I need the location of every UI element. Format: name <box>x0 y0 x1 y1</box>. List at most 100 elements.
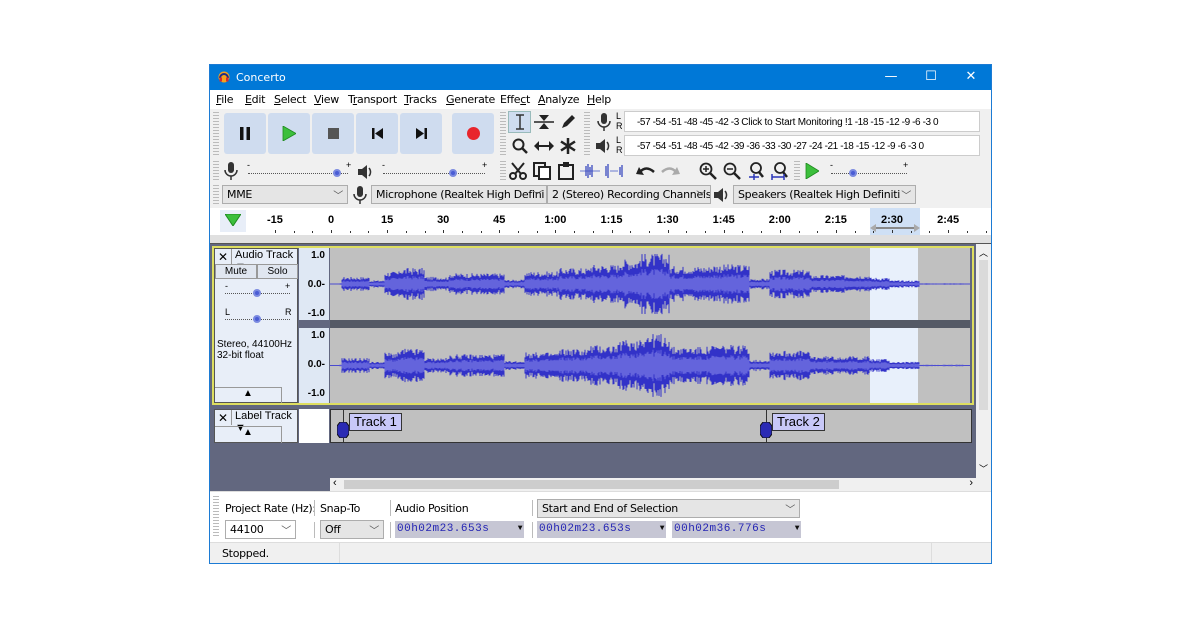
scroll-right-icon[interactable]: › <box>969 477 973 489</box>
fit-project-button[interactable] <box>768 160 791 182</box>
ruler-tick-label: 2:15 <box>824 214 847 226</box>
horizontal-scroll-thumb[interactable] <box>344 480 839 489</box>
copy-button[interactable] <box>530 160 553 182</box>
menu-help[interactable]: Help <box>587 93 611 106</box>
playback-meter[interactable]: -57 -54 -51 -48 -45 -42 -39 -36 -33 -30 … <box>624 135 980 156</box>
time-shift-tool[interactable] <box>532 135 555 157</box>
project-rate-select[interactable]: 44100 ﹀ <box>225 520 296 539</box>
record-meter[interactable]: -57 -54 -51 -48 -45 -42 -3 Click to Star… <box>624 111 980 132</box>
menu-select[interactable]: Select <box>274 93 306 106</box>
zoom-in-button[interactable] <box>696 160 719 182</box>
envelope-tool[interactable] <box>532 111 555 133</box>
audio-host-select[interactable]: MME ﹀ <box>222 185 348 204</box>
vertical-scale-left[interactable]: 1.0 0.0- -1.0 <box>299 248 329 320</box>
zoom-out-button[interactable] <box>720 160 743 182</box>
vertical-scrollbar[interactable]: ︿ ﹀ <box>976 244 991 478</box>
ruler-tick <box>536 231 538 233</box>
playback-volume-thumb[interactable] <box>449 169 458 177</box>
label-track-menu-button[interactable]: Label Track ▼ <box>231 410 298 434</box>
mute-button[interactable]: Mute <box>215 264 257 279</box>
speaker-icon <box>595 139 609 153</box>
cut-button[interactable] <box>506 160 529 182</box>
record-meter-button[interactable] <box>592 111 615 133</box>
horizontal-scrollbar[interactable]: ‹ › <box>330 477 976 491</box>
label-1-handle-icon[interactable] <box>337 422 349 438</box>
play-head-button[interactable] <box>220 210 246 232</box>
menu-view[interactable]: View <box>314 93 339 106</box>
menu-generate[interactable]: Generate <box>446 93 495 106</box>
play-at-speed-slider[interactable] <box>831 173 907 174</box>
paste-button[interactable] <box>554 160 577 182</box>
minimize-button[interactable]: — <box>871 65 911 90</box>
vertical-scroll-thumb[interactable] <box>979 260 988 410</box>
timeline-ruler[interactable]: -15 0 15 30 45 1:00 1:15 1:30 1:45 2:00 2:15 2:30 2:… <box>210 208 991 235</box>
menu-tracks[interactable]: Tracks <box>404 93 437 106</box>
label-2-handle-icon[interactable] <box>760 422 772 438</box>
label-track-area[interactable]: Track 1 Track 2 <box>330 409 972 443</box>
record-volume-thumb[interactable] <box>333 169 341 177</box>
play-at-speed-button[interactable] <box>800 160 823 182</box>
close-track-icon[interactable]: ✕ <box>218 250 228 264</box>
ruler-tick <box>929 231 931 233</box>
maximize-button[interactable]: ☐ <box>911 65 951 90</box>
pan-slider-thumb[interactable] <box>252 315 261 323</box>
label-track-1[interactable]: Track 1 <box>349 413 402 431</box>
zoom-out-icon <box>723 162 741 180</box>
app-window: Concerto — ☐ ✕ File Edit Select View Transpo… <box>209 64 992 564</box>
play-button[interactable] <box>268 113 310 154</box>
collapse-track-button[interactable]: ▲ <box>215 426 282 443</box>
scroll-up-icon[interactable]: ︿ <box>979 246 988 259</box>
label-track-2[interactable]: Track 2 <box>772 413 825 431</box>
stop-button[interactable] <box>312 113 354 154</box>
solo-button[interactable]: Solo <box>257 264 298 279</box>
record-button[interactable] <box>452 113 494 154</box>
redo-button[interactable] <box>658 160 681 182</box>
device-grip[interactable] <box>213 185 219 205</box>
menu-file[interactable]: File <box>216 93 234 106</box>
selection-toolbar-grip[interactable] <box>213 496 219 538</box>
skip-to-start-button[interactable] <box>356 113 398 154</box>
skip-to-end-button[interactable] <box>400 113 442 154</box>
scroll-left-icon[interactable]: ‹ <box>333 477 337 489</box>
scroll-down-icon[interactable]: ﹀ <box>979 462 988 475</box>
tools-grip[interactable] <box>500 112 506 157</box>
selection-end-field[interactable]: 00h02m36.776s ▼ <box>672 521 801 538</box>
track-menu-button[interactable]: Audio Track ▼ <box>231 249 298 273</box>
waveform-channel-right[interactable] <box>330 328 970 403</box>
meter-grip[interactable] <box>584 112 590 157</box>
recording-channels-select[interactable]: 2 (Stereo) Recording Channels ﹀ <box>547 185 711 204</box>
menu-analyze[interactable]: Analyze <box>538 93 580 106</box>
vertical-scale-right[interactable]: 1.0 0.0- -1.0 <box>299 328 329 403</box>
zoom-tool[interactable] <box>508 135 531 157</box>
audio-position-field[interactable]: 00h02m23.653s ▼ <box>395 521 524 538</box>
fit-selection-button[interactable] <box>744 160 767 182</box>
trim-audio-button[interactable] <box>578 160 601 182</box>
mixer-grip[interactable] <box>213 161 219 181</box>
pause-icon <box>240 127 250 140</box>
pause-button[interactable] <box>224 113 266 154</box>
multi-tool[interactable] <box>556 135 579 157</box>
close-track-icon[interactable]: ✕ <box>218 411 228 425</box>
gain-slider-thumb[interactable] <box>252 289 261 297</box>
selection-tool[interactable] <box>508 111 531 133</box>
menu-effect[interactable]: Effect <box>500 93 530 106</box>
playback-meter-button[interactable] <box>592 135 615 157</box>
playback-volume-slider[interactable] <box>383 173 485 174</box>
toolbar-grip[interactable] <box>213 112 219 157</box>
draw-tool[interactable] <box>556 111 579 133</box>
menu-transport[interactable]: Transport <box>348 93 397 106</box>
start-monitoring-prompt[interactable]: Click to Start Monitoring <box>741 117 842 128</box>
selection-start-field[interactable]: 00h02m23.653s ▼ <box>537 521 666 538</box>
menu-edit[interactable]: Edit <box>245 93 265 106</box>
collapse-track-button[interactable]: ▲ <box>215 387 282 403</box>
recording-device-select[interactable]: Microphone (Realtek High Defini ﹀ <box>371 185 547 204</box>
silence-audio-button[interactable] <box>602 160 625 182</box>
playback-device-select[interactable]: Speakers (Realtek High Definiti ﹀ <box>733 185 916 204</box>
waveform-channel-left[interactable] <box>330 248 970 320</box>
undo-button[interactable] <box>634 160 657 182</box>
close-button[interactable]: ✕ <box>951 65 991 90</box>
play-at-speed-thumb[interactable] <box>848 169 857 177</box>
i-beam-icon <box>515 114 524 130</box>
snap-to-select[interactable]: Off ﹀ <box>320 520 384 539</box>
selection-mode-select[interactable]: Start and End of Selection ﹀ <box>537 499 800 518</box>
